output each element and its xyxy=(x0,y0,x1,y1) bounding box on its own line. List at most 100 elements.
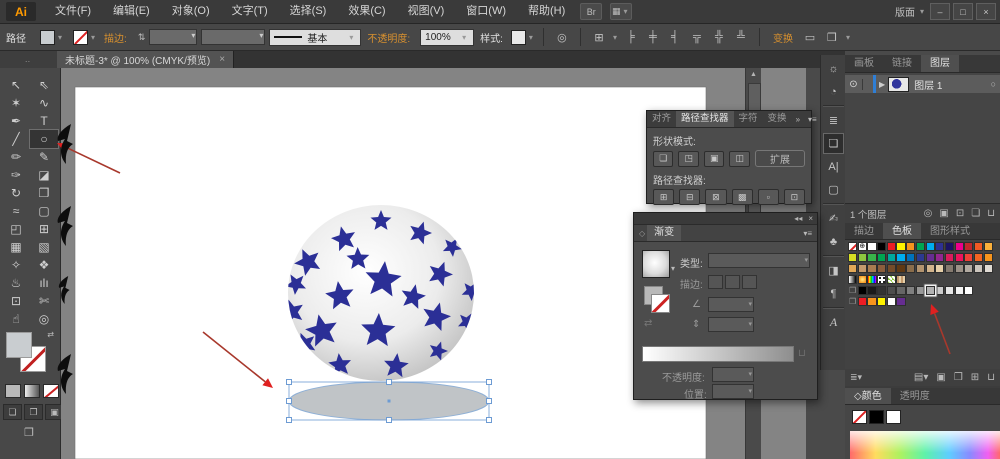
color-swatch[interactable]: ⊕ xyxy=(857,241,867,251)
gradient-type-dropdown[interactable]: ▾ xyxy=(708,253,810,268)
draw-normal-mode-icon[interactable]: ❏ xyxy=(3,404,22,420)
isolate-selected-icon[interactable]: ❒ xyxy=(823,29,841,45)
stroke-along-icon[interactable] xyxy=(725,275,740,289)
menu-选择(S)[interactable]: 选择(S) xyxy=(279,0,338,23)
expand-layer-icon[interactable]: ▶ xyxy=(879,80,885,89)
gradient-panel-tab[interactable]: 渐变 xyxy=(647,225,682,241)
show-swatch-kinds-icon[interactable]: ▤▾ xyxy=(914,372,928,383)
color-swatch[interactable] xyxy=(964,263,974,273)
hand-tool[interactable]: ☝ xyxy=(2,310,30,328)
color-swatch[interactable] xyxy=(935,285,945,295)
selection-tool[interactable]: ↖ xyxy=(2,76,30,94)
layer-target-icon[interactable]: ○ xyxy=(991,79,996,89)
align-middle-icon[interactable]: ╬ xyxy=(710,29,728,45)
color-swatch[interactable] xyxy=(886,285,896,295)
tab-透明度[interactable]: 透明度 xyxy=(891,388,939,404)
tab-色板[interactable]: 色板 xyxy=(883,223,921,239)
document-tab[interactable]: 未标题-3* @ 100% (CMYK/预览) × xyxy=(57,51,235,68)
bounding-box-icon[interactable]: ▭ xyxy=(801,29,819,45)
color-proxy-swatch[interactable] xyxy=(886,410,901,424)
color-swatch[interactable] xyxy=(954,241,964,251)
bridge-button[interactable]: Br xyxy=(580,3,603,20)
fill-color-swatch[interactable] xyxy=(40,29,55,45)
gradient-tool[interactable]: ▧ xyxy=(30,238,58,256)
symbol-sprayer-tool[interactable]: ♨ xyxy=(2,274,30,292)
color-swatch[interactable] xyxy=(896,274,906,284)
color-swatch[interactable] xyxy=(896,252,906,262)
color-swatch[interactable] xyxy=(867,263,877,273)
color-swatch[interactable] xyxy=(848,274,858,284)
intersect-icon[interactable]: ▣ xyxy=(703,150,725,167)
color-swatch[interactable] xyxy=(944,241,955,251)
color-swatch[interactable]: ❒ xyxy=(848,297,857,307)
color-swatch[interactable] xyxy=(915,241,925,251)
none-paint-button[interactable] xyxy=(43,384,59,398)
shape-builder-tool[interactable]: ◰ xyxy=(2,220,30,238)
close-button[interactable]: × xyxy=(976,3,996,20)
tab-变换[interactable]: 变换 xyxy=(763,111,792,127)
menu-窗口(W)[interactable]: 窗口(W) xyxy=(455,0,517,23)
color-swatch[interactable] xyxy=(867,241,877,251)
screen-mode-button[interactable]: ❐ xyxy=(18,424,40,440)
color-spectrum[interactable] xyxy=(850,431,1000,459)
merge-icon[interactable]: ⊠ xyxy=(705,189,727,205)
color-proxy-swatch[interactable] xyxy=(869,410,884,424)
magic-wand-tool[interactable]: ✶ xyxy=(2,94,30,112)
slice-tool[interactable]: ✄ xyxy=(30,292,58,310)
tab-画板[interactable]: 画板 xyxy=(845,55,883,72)
fill-proxy-swatch[interactable] xyxy=(6,332,32,358)
crop-icon[interactable]: ▩ xyxy=(731,189,753,205)
swatch-options-icon[interactable]: ▣ xyxy=(936,372,945,383)
chevron-down-icon[interactable]: ▾ xyxy=(671,264,675,273)
color-swatch[interactable] xyxy=(944,263,955,273)
maximize-button[interactable]: □ xyxy=(953,3,973,20)
transform-panel-icon[interactable]: ▢ xyxy=(824,180,843,199)
color-swatch[interactable] xyxy=(964,241,974,251)
gradient-stroke-proxy[interactable] xyxy=(651,294,670,313)
color-swatch[interactable] xyxy=(944,252,955,262)
pencil-tool[interactable]: ✎ xyxy=(30,148,58,166)
color-swatch[interactable] xyxy=(925,252,935,262)
gradient-thumbnail-swatch[interactable] xyxy=(642,250,670,278)
panel-collapse-icon[interactable]: » xyxy=(792,115,804,124)
selection-handle[interactable] xyxy=(486,398,492,404)
panel-menu-icon[interactable]: ▾≡ xyxy=(798,229,817,238)
gradient-aspect-dropdown[interactable]: ▾ xyxy=(708,317,754,332)
character-panel-icon[interactable]: A| xyxy=(824,157,843,176)
align-center-icon[interactable]: ╪ xyxy=(644,29,662,45)
color-swatch[interactable] xyxy=(915,252,925,262)
color-swatch[interactable] xyxy=(983,263,993,273)
color-swatch[interactable] xyxy=(906,252,916,262)
menu-文件(F)[interactable]: 文件(F) xyxy=(44,0,102,23)
scale-tool[interactable]: ❐ xyxy=(30,184,58,202)
color-swatch[interactable] xyxy=(935,263,945,273)
delete-stop-icon[interactable]: ⊔ xyxy=(798,348,806,359)
color-swatch[interactable]: ❒ xyxy=(848,286,857,296)
selection-handle[interactable] xyxy=(286,379,292,385)
make-clipping-mask-icon[interactable]: ▣ xyxy=(939,208,948,219)
color-guide-panel-icon[interactable]: ◔ xyxy=(824,82,843,101)
color-swatch[interactable] xyxy=(857,296,867,306)
free-transform-tool[interactable]: ▢ xyxy=(30,202,58,220)
color-swatch[interactable] xyxy=(906,263,916,273)
swap-fill-stroke-icon[interactable]: ⇄ xyxy=(47,330,54,339)
mesh-tool[interactable]: ▦ xyxy=(2,238,30,256)
color-swatch[interactable] xyxy=(896,296,906,306)
color-swatch[interactable] xyxy=(915,263,925,273)
selection-handle[interactable] xyxy=(486,417,492,423)
color-swatch[interactable] xyxy=(867,252,877,262)
color-swatch[interactable] xyxy=(973,263,984,273)
menu-对象(O)[interactable]: 对象(O) xyxy=(161,0,221,23)
graph-tool[interactable]: ılı xyxy=(30,274,58,292)
selection-handle[interactable] xyxy=(286,417,292,423)
panel-menu-icon[interactable]: ▾≡ xyxy=(804,115,821,124)
color-swatch[interactable] xyxy=(877,263,887,273)
stroke-stepper[interactable]: ⇅ xyxy=(138,32,146,43)
minimize-button[interactable]: – xyxy=(930,3,950,20)
panel-toggle-icon[interactable]: ◇ xyxy=(634,229,647,238)
color-swatch[interactable] xyxy=(857,274,867,284)
width-tool[interactable]: ≈ xyxy=(2,202,30,220)
blend-tool[interactable]: ❖ xyxy=(30,256,58,274)
color-swatch[interactable] xyxy=(848,263,858,273)
symbols-panel-icon[interactable]: ♣ xyxy=(824,232,843,251)
